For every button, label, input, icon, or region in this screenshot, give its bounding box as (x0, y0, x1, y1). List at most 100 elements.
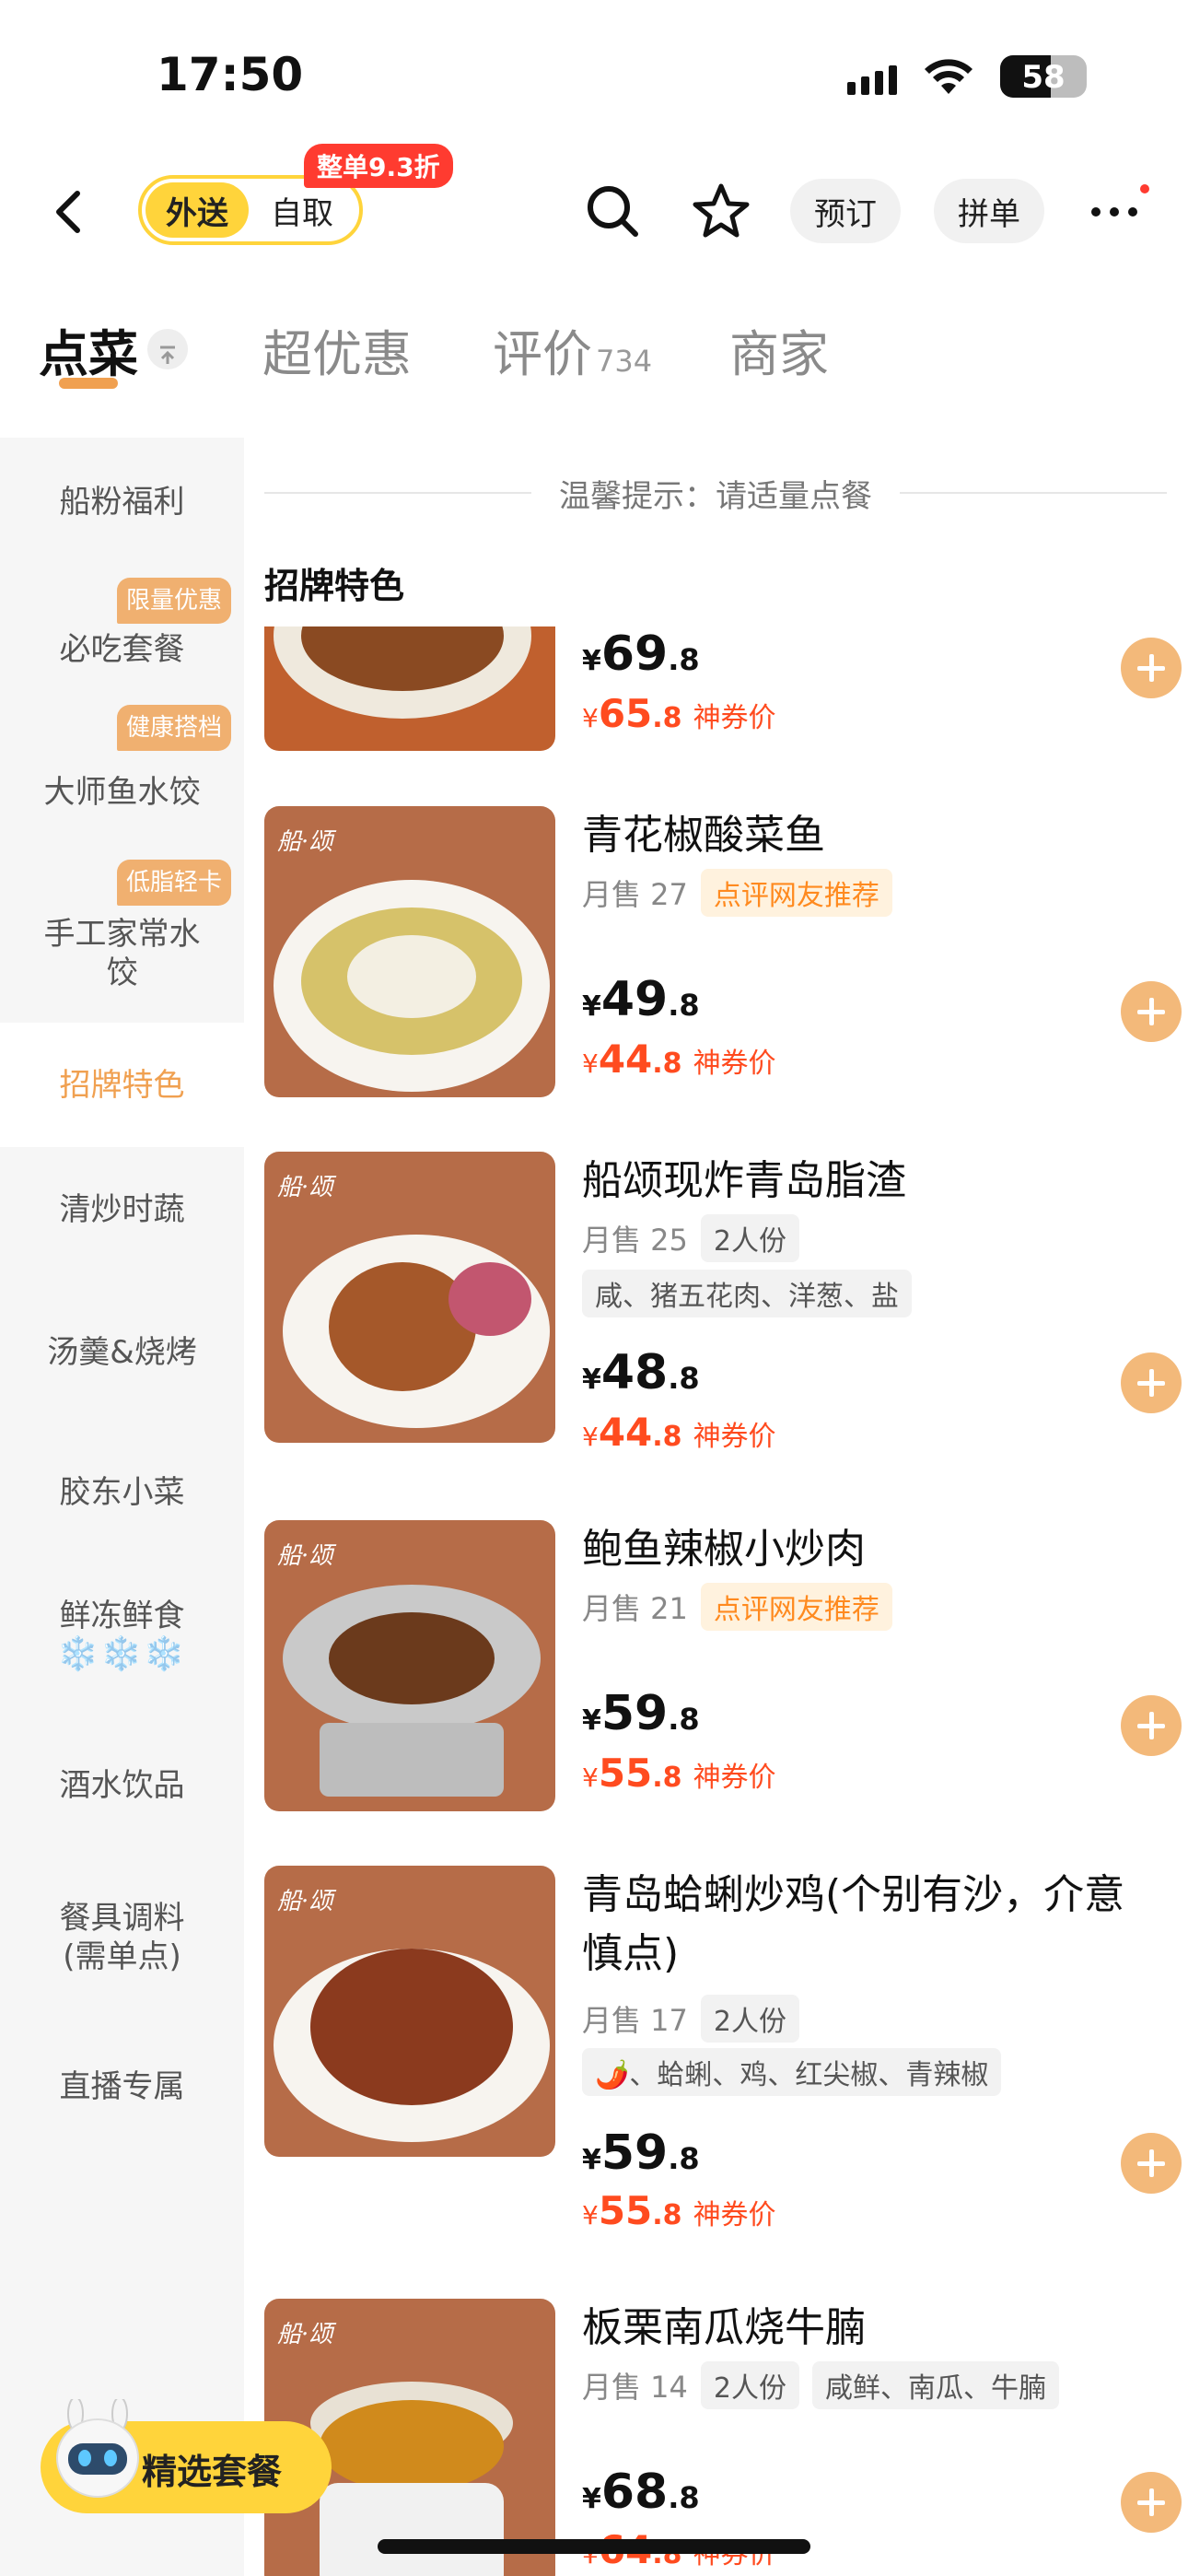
sidebar-item-welfare[interactable]: 船粉福利 (0, 438, 244, 567)
back-icon[interactable] (46, 184, 92, 240)
add-to-cart-button[interactable] (1121, 2133, 1182, 2194)
sidebar-item-vegetables[interactable]: 清炒时蔬 (0, 1147, 244, 1271)
dish-image: 船·颂 (264, 1866, 555, 2157)
nav-header: 外送 自取 整单9.3折 预订 拼单 (0, 138, 1188, 286)
stand (320, 2483, 504, 2576)
sidebar-item-must-eat-set[interactable]: 限量优惠 必吃套餐 (0, 567, 244, 696)
recommend-tag: 点评网友推荐 (700, 1583, 892, 1631)
battery-level-text: 58 (1021, 59, 1066, 96)
sidebar-item-homemade-dumplings[interactable]: 低脂轻卡 手工家常水饺 (0, 843, 244, 1027)
stand (320, 1723, 504, 1797)
dish-coupon-price: ¥44.8 神券价 (582, 1036, 776, 1082)
sidebar-item-side-dishes[interactable]: 胶东小菜 (0, 1433, 244, 1552)
dish-price: ¥59.8 (582, 1686, 700, 1741)
ingredients-tag: 咸、猪五花肉、洋葱、盐 (582, 1270, 912, 1317)
dish-item[interactable]: 船·颂 青花椒酸菜鱼 月售 27 点评网友推荐 ¥49.8 ¥44.8 神券价 (264, 806, 1182, 1101)
tab-merchant[interactable]: 商家 (729, 313, 829, 386)
monthly-sales: 月售 25 (582, 1223, 688, 1258)
dish-price: ¥69.8 (582, 626, 700, 682)
sidebar-item-label: 酒水饮品 (59, 1766, 185, 1804)
ingredients-tag: 🌶️、蛤蜊、鸡、红尖椒、青辣椒 (582, 2048, 1002, 2096)
dish-image: 船·颂 (264, 806, 555, 1097)
dish-name: 青花椒酸菜鱼 (582, 812, 825, 859)
dish-coupon-price: ¥44.8 神券价 (582, 1410, 776, 1455)
sidebar-item-fish-dumplings[interactable]: 健康搭档 大师鱼水饺 (0, 696, 244, 843)
monthly-sales: 月售 14 (582, 2370, 688, 2405)
divider (900, 492, 1167, 494)
tab-label: 超优惠 (262, 325, 412, 383)
active-tab-indicator (59, 378, 118, 389)
sidebar-item-drinks[interactable]: 酒水饮品 (0, 1718, 244, 1852)
add-to-cart-button[interactable] (1121, 638, 1182, 698)
star-icon[interactable] (689, 179, 753, 243)
dish-name: 船颂现炸青岛脂渣 (582, 1157, 906, 1204)
home-indicator[interactable] (378, 2539, 810, 2554)
sidebar-item-label: 手工家常水饺 (43, 916, 201, 991)
dish-item[interactable]: 船·颂 青岛蛤蜊炒鸡(个别有沙，介意慎点) 月售 17 2人份 🌶️、蛤蜊、鸡、… (264, 1866, 1182, 2253)
reserve-button[interactable]: 预订 (790, 179, 901, 243)
group-order-button[interactable]: 拼单 (934, 179, 1044, 243)
tab-order[interactable]: 点菜 (39, 313, 188, 386)
dish-meta: 月售 27 点评网友推荐 (582, 869, 892, 917)
portion-tag: 2人份 (700, 1214, 799, 1262)
dish-meta: 月售 25 2人份 (582, 1214, 799, 1262)
snowflake-icons: ❄️❄️❄️ (57, 1635, 187, 1673)
wifi-icon (923, 57, 974, 96)
pickup-tab[interactable]: 自取 (249, 188, 355, 233)
sidebar-item-live[interactable]: 直播专属 (0, 2022, 244, 2151)
sidebar-badge: 限量优惠 (116, 578, 231, 624)
tab-reviews[interactable]: 评价 734 (493, 313, 652, 386)
sidebar-item-label: 清炒时蔬 (59, 1190, 185, 1228)
dish-item[interactable]: ¥69.8 ¥65.8 神券价 (264, 626, 1182, 755)
dish-coupon-price: ¥65.8 神券价 (582, 691, 776, 736)
sidebar-item-label: 餐具调料(需单点) (59, 1899, 185, 1975)
add-to-cart-button[interactable] (1121, 2472, 1182, 2533)
discount-badge: 整单9.3折 (304, 144, 453, 188)
add-to-cart-button[interactable] (1121, 981, 1182, 1042)
delivery-tab[interactable]: 外送 (146, 182, 249, 238)
sidebar-item-label: 招牌特色 (59, 1066, 185, 1104)
battery-icon: 58 (1000, 55, 1087, 98)
add-to-cart-button[interactable] (1121, 1695, 1182, 1756)
monthly-sales: 月售 27 (582, 877, 688, 912)
notice-bar: 温馨提示：请适量点餐 (264, 456, 1167, 530)
featured-set-label: 精选套餐 (142, 2452, 283, 2492)
sidebar-badge: 健康搭档 (116, 705, 231, 751)
dish-price: ¥59.8 (582, 2125, 700, 2181)
status-icons: 58 (847, 55, 1087, 98)
featured-set-button[interactable]: 精选套餐 (41, 2396, 332, 2513)
dish-name: 板栗南瓜烧牛腩 (582, 2304, 866, 2351)
dish-name: 青岛蛤蜊炒鸡(个别有沙，介意慎点) (582, 1871, 1125, 1977)
monthly-sales: 月售 17 (582, 2003, 688, 2038)
sidebar-item-soup-bbq[interactable]: 汤羹&烧烤 (0, 1271, 244, 1433)
dish-item[interactable]: 船·颂 船颂现炸青岛脂渣 月售 25 2人份 咸、猪五花肉、洋葱、盐 ¥48.8… (264, 1152, 1182, 1455)
tab-deals[interactable]: 超优惠 (262, 313, 412, 386)
food (329, 1612, 495, 1704)
review-count: 734 (596, 344, 653, 379)
food (320, 2400, 504, 2492)
dish-item[interactable]: 船·颂 板栗南瓜烧牛腩 月售 14 2人份 咸鲜、南瓜、牛腩 ¥68.8 ¥64… (264, 2299, 1182, 2576)
collapse-icon[interactable] (147, 329, 188, 369)
notification-dot (1140, 184, 1149, 193)
food (448, 1262, 531, 1336)
sidebar-item-label: 大师鱼水饺 (43, 774, 201, 811)
sidebar-item-label: 直播专属 (59, 2068, 185, 2105)
category-sidebar: 船粉福利 限量优惠 必吃套餐 健康搭档 大师鱼水饺 低脂轻卡 手工家常水饺 招牌… (0, 438, 244, 2576)
sidebar-item-label: 胶东小菜 (59, 1474, 185, 1511)
notice-text: 温馨提示：请适量点餐 (559, 477, 872, 515)
status-bar: 17:50 58 (0, 0, 1188, 138)
ingredients-tag: 咸鲜、南瓜、牛腩 (812, 2361, 1059, 2409)
more-icon[interactable] (1087, 184, 1151, 240)
main-tabs: 点菜 超优惠 评价 734 商家 (0, 295, 1188, 433)
add-to-cart-button[interactable] (1121, 1352, 1182, 1413)
dish-meta: 月售 21 点评网友推荐 (582, 1583, 892, 1631)
dish-name: 鲍鱼辣椒小炒肉 (582, 1526, 866, 1573)
search-icon[interactable] (580, 179, 645, 243)
sidebar-item-frozen[interactable]: 鲜冻鲜食 ❄️❄️❄️ (0, 1552, 244, 1718)
dish-item[interactable]: 船·颂 鲍鱼辣椒小炒肉 月售 21 点评网友推荐 ¥59.8 ¥55.8 神券价 (264, 1520, 1182, 1815)
sidebar-item-signature[interactable]: 招牌特色 (0, 1023, 244, 1147)
mascot-icon (48, 2396, 149, 2510)
food (310, 1949, 513, 2105)
sidebar-item-tableware[interactable]: 餐具调料(需单点) (0, 1852, 244, 2022)
dish-image: 船·颂 (264, 1152, 555, 1443)
